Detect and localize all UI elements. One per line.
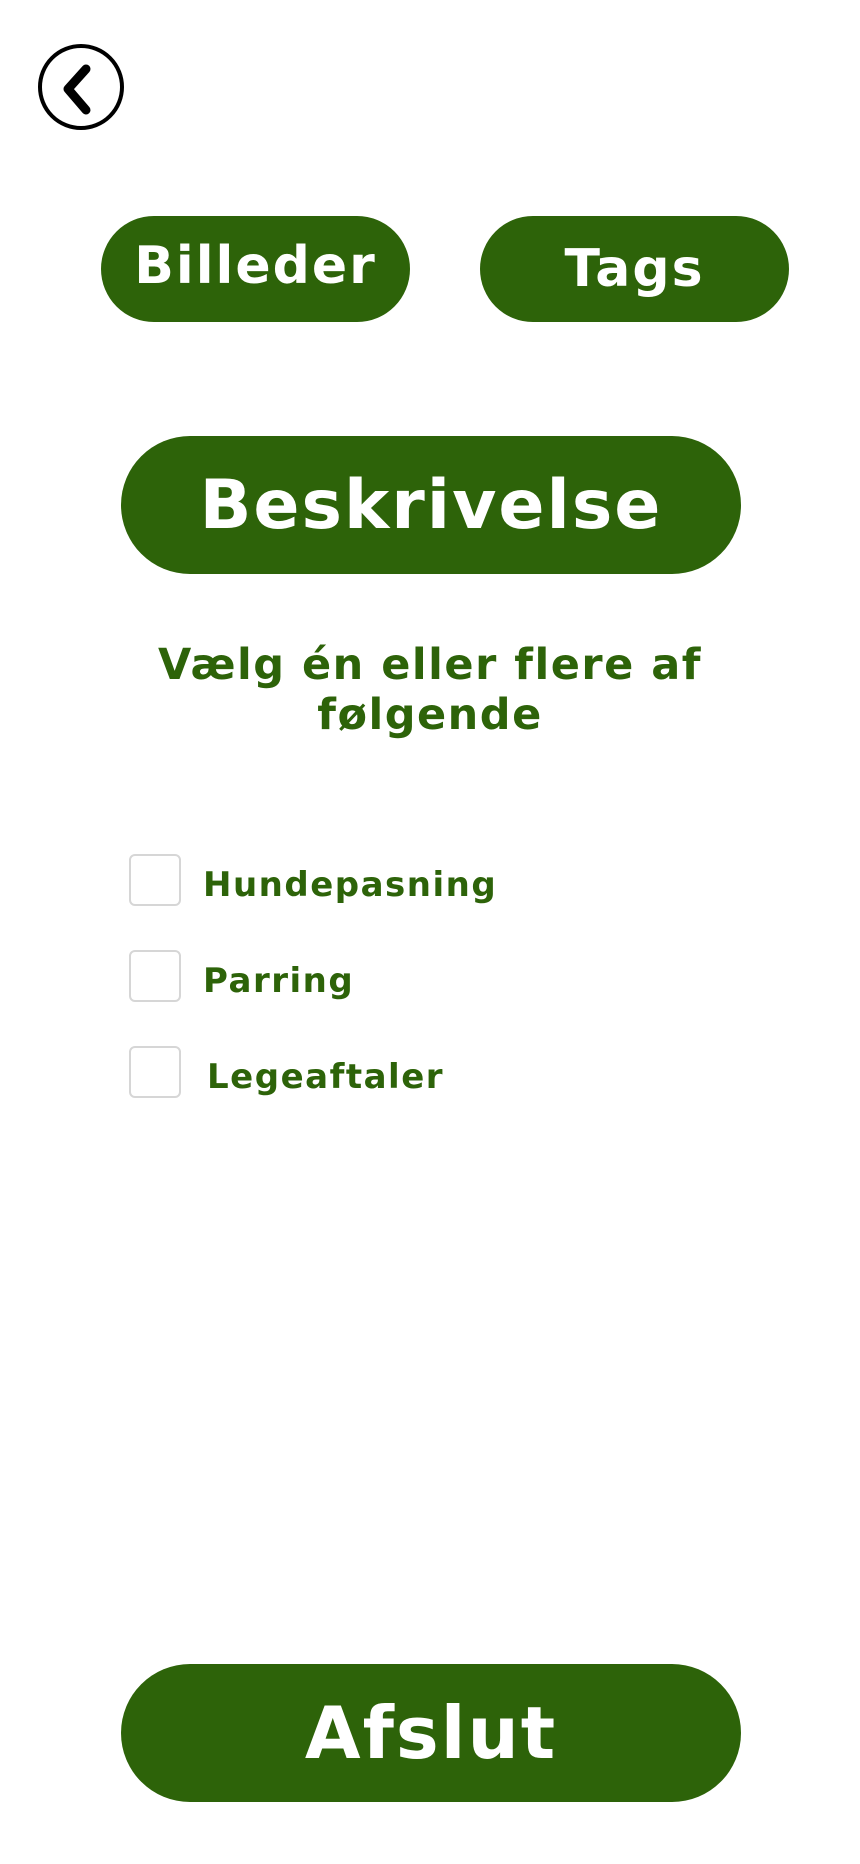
option-parring[interactable]: Parring [129, 950, 354, 1002]
instruction-text: Vælg én eller flere af følgende [100, 640, 760, 740]
option-hundepasning[interactable]: Hundepasning [129, 854, 497, 906]
option-legeaftaler[interactable]: Legeaftaler [129, 1046, 444, 1098]
tab-billeder[interactable]: Billeder [101, 216, 410, 322]
checkbox-parring[interactable] [129, 950, 181, 1002]
chevron-left-icon [63, 64, 91, 115]
checkbox-hundepasning[interactable] [129, 854, 181, 906]
option-label-hundepasning: Hundepasning [203, 865, 498, 905]
option-label-parring: Parring [203, 961, 355, 1001]
tab-beskrivelse[interactable]: Beskrivelse [121, 436, 741, 574]
checkbox-legeaftaler[interactable] [129, 1046, 181, 1098]
option-label-legeaftaler: Legeaftaler [207, 1057, 445, 1097]
tab-tags[interactable]: Tags [480, 216, 789, 322]
finish-button[interactable]: Afslut [121, 1664, 741, 1802]
instruction-line-2: følgende [317, 690, 543, 740]
back-button[interactable] [38, 44, 124, 130]
instruction-line-1: Vælg én eller flere af [158, 640, 702, 690]
